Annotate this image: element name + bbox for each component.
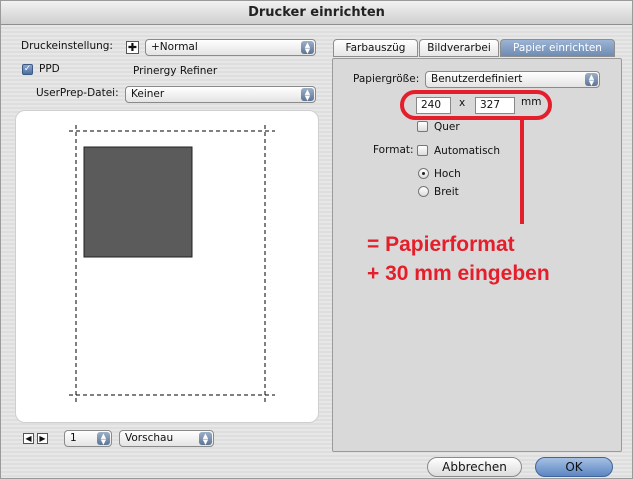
hoch-label: Hoch [434,168,461,180]
view-mode-popup[interactable]: Vorschau ▲ ▼ [119,430,214,447]
popup-arrows-icon: ▲ ▼ [199,432,212,446]
breit-label: Breit [434,186,459,198]
quer-label: Quer [434,121,460,133]
popup-arrows-icon: ▲ ▼ [585,73,598,87]
quer-checkbox[interactable] [417,121,428,132]
breit-radio[interactable] [418,186,429,197]
page-prev-icon[interactable]: ◀ [23,433,34,444]
image-placeholder [83,146,193,258]
druckeinstellung-value: +Normal [151,41,198,53]
annotation-line-1: = Papierformat [367,233,515,256]
ppd-value: Prinergy Refiner [133,65,218,77]
view-mode-value: Vorschau [125,432,174,444]
tab-farbauszug[interactable]: Farbauszüg [333,39,418,57]
page-next-icon[interactable]: ▶ [37,433,48,444]
userprep-label: UserPrep-Datei: [36,87,119,99]
ok-button[interactable]: OK [535,457,613,477]
annotation-highlight-oval [400,90,552,120]
page-preview [15,110,319,423]
druckeinstellung-popup[interactable]: +Normal ▲ ▼ [145,39,316,56]
papiergroesse-popup[interactable]: Benutzerdefiniert ▲ ▼ [425,71,600,88]
papiergroesse-label: Papiergröße: [353,73,420,85]
papiergroesse-value: Benutzerdefiniert [431,73,523,85]
hoch-radio[interactable] [418,168,429,179]
add-preset-icon[interactable]: ✚ [126,41,139,54]
popup-arrows-icon: ▲ ▼ [301,41,314,55]
page-preview-drawing [69,125,275,403]
format-label: Format: [373,144,414,156]
annotation-connector-line [520,117,524,224]
window-title: Drucker einrichten [1,1,632,25]
cancel-button[interactable]: Abbrechen [427,457,522,477]
ppd-label: PPD [39,63,60,75]
popup-arrows-icon: ▲ ▼ [97,432,110,446]
automatisch-checkbox[interactable] [417,145,428,156]
print-setup-window: Drucker einrichten Druckeinstellung: ✚ +… [0,0,633,479]
ppd-checkbox[interactable]: ✓ [22,64,33,75]
page-number-popup[interactable]: 1 ▲ ▼ [64,430,112,447]
annotation-text: = Papierformat + 30 mm eingeben [367,230,550,288]
automatisch-label: Automatisch [434,145,500,157]
popup-arrows-icon: ▲ ▼ [301,88,314,102]
annotation-line-2: + 30 mm eingeben [367,262,550,285]
page-number-value: 1 [70,432,77,444]
tab-papier-einrichten[interactable]: Papier einrichten [500,39,615,57]
userprep-popup[interactable]: Keiner ▲ ▼ [125,86,316,103]
userprep-value: Keiner [131,88,165,100]
tab-bildverarbeitung[interactable]: Bildverarbei [419,39,499,57]
druckeinstellung-label: Druckeinstellung: [21,40,113,52]
